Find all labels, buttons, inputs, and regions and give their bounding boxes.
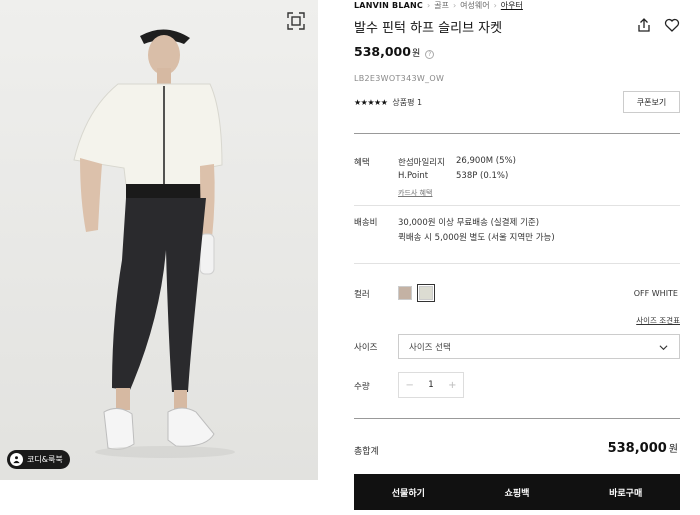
review-count: 상품평 1	[392, 98, 423, 107]
color-label: 컬러	[354, 290, 370, 300]
breadcrumb-golf[interactable]: 골프	[434, 0, 449, 11]
share-icon[interactable]	[636, 17, 652, 33]
model-illustration	[0, 0, 318, 480]
product-price: 538,000 원 ?	[354, 44, 435, 59]
product-image[interactable]: 코디&룩북	[0, 0, 318, 480]
quantity-stepper: − 1 +	[398, 372, 464, 398]
expand-icon[interactable]	[287, 12, 305, 30]
purchase-actions: 선물하기 쇼핑백 바로구매	[354, 474, 680, 510]
breadcrumb-outer[interactable]: 아우터	[501, 0, 523, 11]
divider	[354, 133, 680, 134]
benefit-mileage-value: 26,900M (5%)	[456, 156, 516, 166]
rating[interactable]: ★★★★★ 상품평 1	[354, 97, 422, 108]
card-benefit-link[interactable]: 카드사 혜택	[398, 188, 432, 198]
chevron-down-icon	[659, 343, 668, 351]
product-info: LANVIN BLANC › 골프 › 여성웨어 › 아우터 발수 핀턱 하프 …	[354, 0, 680, 515]
benefit-label: 혜택	[354, 158, 370, 168]
brand-link[interactable]: LANVIN BLANC	[354, 1, 423, 10]
size-label: 사이즈	[354, 343, 378, 353]
total-price: 538,000 원	[608, 440, 678, 456]
product-title: 발수 핀턱 하프 슬리브 자켓	[354, 21, 503, 36]
total-unit: 원	[668, 444, 678, 455]
divider	[354, 263, 680, 264]
heart-icon[interactable]	[664, 17, 680, 33]
cody-lookbook-button[interactable]: 코디&룩북	[7, 450, 70, 469]
breadcrumb-womens[interactable]: 여성웨어	[460, 0, 489, 11]
chevron-right-icon: ›	[493, 1, 497, 10]
shopping-bag-button[interactable]: 쇼핑백	[463, 474, 572, 510]
cody-label: 코디&룩북	[27, 455, 63, 464]
color-swatch-beige[interactable]	[398, 286, 412, 300]
benefit-mileage-name: 한섬마일리지	[398, 158, 445, 168]
price-value: 538,000	[354, 44, 411, 59]
star-rating-icon: ★★★★★	[354, 98, 388, 107]
benefit-hpoint-name: H.Point	[398, 171, 429, 181]
buy-now-button[interactable]: 바로구매	[571, 474, 680, 510]
total-value: 538,000	[607, 441, 667, 456]
chevron-right-icon: ›	[427, 1, 431, 10]
size-guide-link[interactable]: 사이즈 조견표	[636, 315, 680, 326]
selected-color-name: OFF WHITE	[633, 289, 678, 298]
size-select-placeholder: 사이즈 선택	[409, 342, 451, 353]
chevron-right-icon: ›	[452, 1, 457, 10]
benefit-hpoint-value: 538P (0.1%)	[456, 171, 509, 181]
shipping-line-2: 퀵배송 시 5,000원 별도 (서울 지역만 가능)	[398, 233, 555, 243]
coupon-button[interactable]: 쿠폰보기	[623, 91, 680, 113]
color-swatch-off-white[interactable]	[417, 284, 435, 302]
divider	[354, 205, 680, 206]
shipping-label: 배송비	[354, 218, 378, 228]
divider	[354, 418, 680, 419]
info-icon[interactable]: ?	[425, 50, 435, 59]
product-code: LB2E3WOT343W_OW	[354, 74, 445, 83]
size-select[interactable]: 사이즈 선택	[398, 334, 680, 359]
price-unit: 원	[411, 49, 421, 59]
quantity-label: 수량	[354, 382, 370, 392]
shipping-line-1: 30,000원 이상 무료배송 (실결제 기준)	[398, 218, 540, 228]
breadcrumb: LANVIN BLANC › 골프 › 여성웨어 › 아우터	[354, 0, 523, 11]
minus-icon[interactable]: −	[399, 373, 420, 397]
plus-icon[interactable]: +	[442, 373, 463, 397]
quantity-value[interactable]: 1	[420, 380, 441, 390]
hanger-icon	[10, 453, 23, 466]
top-actions	[636, 17, 680, 33]
total-label: 총합계	[354, 447, 379, 457]
gift-button[interactable]: 선물하기	[354, 474, 463, 510]
